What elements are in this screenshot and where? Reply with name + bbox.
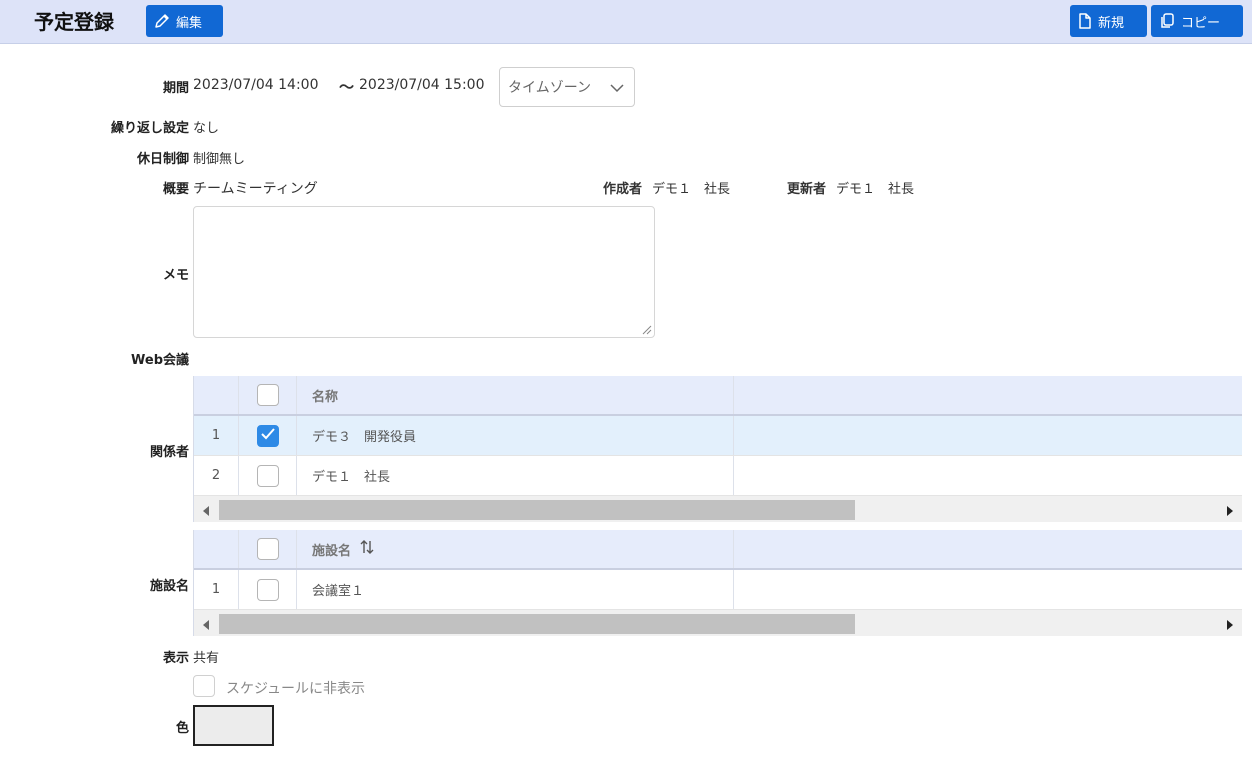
- new-button-label: 新規: [1098, 15, 1125, 31]
- row-checkbox[interactable]: [256, 578, 279, 601]
- row-name: デモ３ 開発役員: [297, 416, 734, 455]
- creator-value: デモ１ 社長: [652, 182, 731, 197]
- horizontal-scrollbar[interactable]: [194, 610, 1242, 636]
- repeat-label: 繰り返し設定: [110, 121, 189, 136]
- web-meeting-label: Web会議: [131, 353, 189, 368]
- memo-label: メモ: [162, 268, 189, 283]
- scrollbar-thumb[interactable]: [219, 614, 855, 634]
- table-row[interactable]: 1 会議室１: [194, 570, 1242, 610]
- copy-button[interactable]: コピー: [1151, 5, 1243, 37]
- participants-label: 関係者: [149, 445, 189, 460]
- holiday-value: 制御無し: [193, 152, 246, 167]
- copy-icon: [1159, 13, 1175, 29]
- select-all-checkbox[interactable]: [256, 384, 279, 406]
- row-name: デモ１ 社長: [297, 456, 734, 495]
- table-row[interactable]: 2 デモ１ 社長: [194, 456, 1242, 496]
- row-number: 1: [194, 570, 239, 609]
- color-label: 色: [175, 721, 189, 736]
- facility-grid: 施設名 1 会議室１: [193, 530, 1242, 636]
- table-row[interactable]: 1 デモ３ 開発役員: [194, 416, 1242, 456]
- display-label: 表示: [162, 651, 189, 666]
- chevron-down-icon: [610, 81, 624, 97]
- row-checkbox[interactable]: [256, 424, 279, 447]
- scroll-left-icon[interactable]: [203, 504, 211, 520]
- check-icon: [260, 426, 276, 446]
- row-number: 1: [194, 416, 239, 455]
- participants-grid: 名称 1 デモ３ 開発役員 2 デモ１ 社長: [193, 376, 1242, 522]
- hide-schedule-label: スケジュールに非表示: [226, 681, 366, 697]
- sort-icon[interactable]: [359, 539, 375, 559]
- facility-header-row: 施設名: [194, 530, 1242, 570]
- column-header-facility[interactable]: 施設名: [297, 530, 734, 568]
- updater-value: デモ１ 社長: [836, 182, 915, 197]
- hide-schedule-checkbox[interactable]: [193, 675, 215, 697]
- participants-header-row: 名称: [194, 376, 1242, 416]
- select-all-checkbox[interactable]: [256, 538, 279, 560]
- edit-button-label: 編集: [176, 15, 203, 31]
- timezone-select[interactable]: タイムゾーン: [499, 67, 635, 107]
- edit-button[interactable]: 編集: [146, 5, 223, 37]
- new-document-icon: [1078, 13, 1092, 29]
- resize-grip-icon[interactable]: [640, 323, 652, 339]
- column-header-facility-label: 施設名: [312, 543, 352, 559]
- row-number: 2: [194, 456, 239, 495]
- period-separator: ～: [339, 78, 355, 96]
- scrollbar-thumb[interactable]: [219, 500, 855, 520]
- updater-label: 更新者: [787, 182, 827, 197]
- period-start: 2023/07/04 14:00: [193, 77, 319, 93]
- color-picker[interactable]: [193, 705, 274, 746]
- copy-button-label: コピー: [1181, 15, 1221, 31]
- column-header-name[interactable]: 名称: [297, 376, 734, 414]
- summary-value: チームミーティング: [193, 181, 318, 197]
- display-value: 共有: [193, 651, 220, 666]
- summary-label: 概要: [162, 182, 189, 197]
- timezone-placeholder: タイムゾーン: [508, 80, 592, 96]
- row-name: 会議室１: [297, 570, 734, 609]
- period-label: 期間: [162, 81, 189, 96]
- scroll-right-icon[interactable]: [1225, 504, 1233, 520]
- row-checkbox[interactable]: [256, 464, 279, 487]
- scroll-left-icon[interactable]: [203, 618, 211, 634]
- repeat-value: なし: [193, 121, 220, 136]
- creator-label: 作成者: [603, 182, 643, 197]
- page-header: 予定登録 編集 新規 コピー: [0, 0, 1252, 44]
- holiday-label: 休日制御: [136, 152, 189, 167]
- pencil-icon: [154, 13, 170, 29]
- period-end: 2023/07/04 15:00: [359, 77, 485, 93]
- scroll-right-icon[interactable]: [1225, 618, 1233, 634]
- page-title: 予定登録: [34, 10, 114, 34]
- memo-textarea[interactable]: [193, 206, 655, 338]
- facility-label: 施設名: [149, 579, 189, 594]
- new-button[interactable]: 新規: [1070, 5, 1147, 37]
- horizontal-scrollbar[interactable]: [194, 496, 1242, 522]
